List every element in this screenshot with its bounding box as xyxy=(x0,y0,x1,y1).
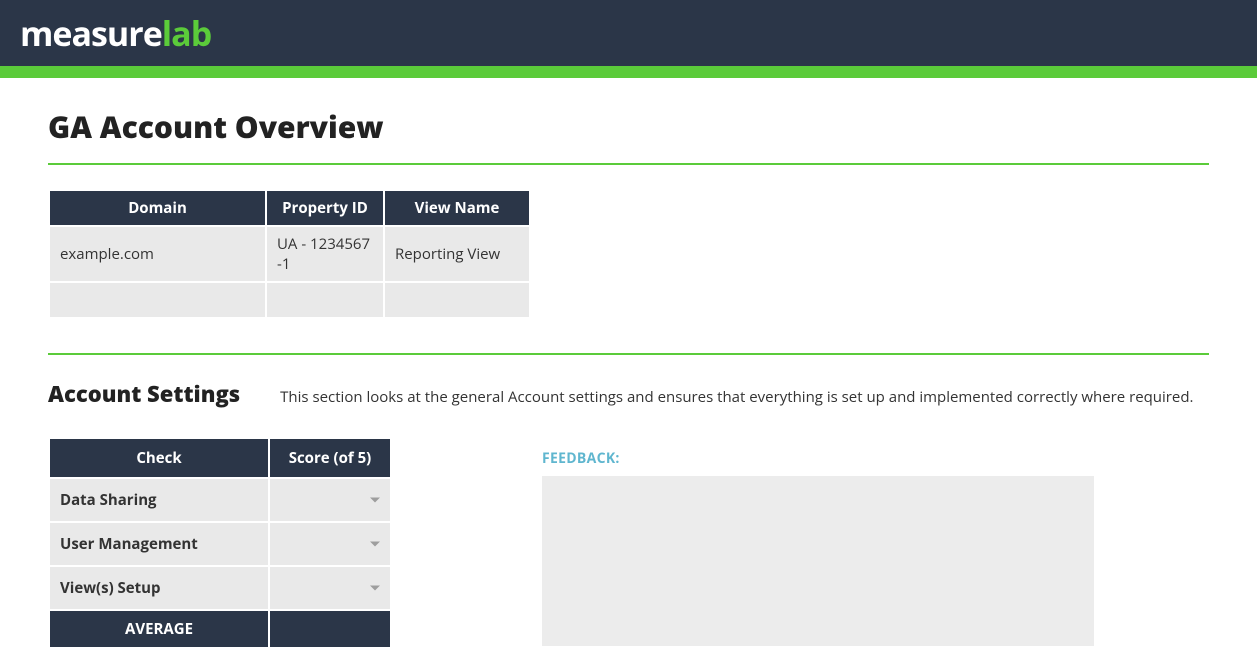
score-dropdown[interactable] xyxy=(270,523,390,565)
check-name: Data Sharing xyxy=(50,479,268,521)
overview-header-view-name: View Name xyxy=(385,191,529,225)
table-row: User Management xyxy=(50,523,390,565)
score-dropdown[interactable] xyxy=(270,479,390,521)
chevron-down-icon xyxy=(370,542,380,547)
overview-cell-property-id: UA - 1234567 -1 xyxy=(267,227,383,281)
overview-header-domain: Domain xyxy=(50,191,265,225)
average-row: AVERAGE xyxy=(50,611,390,647)
section-description: This section looks at the general Accoun… xyxy=(280,387,1193,407)
average-value xyxy=(270,611,390,647)
feedback-textarea[interactable] xyxy=(542,476,1094,646)
brand-part1: measure xyxy=(20,10,162,56)
overview-header-property-id: Property ID xyxy=(267,191,383,225)
brand-part2: lab xyxy=(162,10,211,56)
overview-cell-view-name xyxy=(385,283,529,317)
average-label: AVERAGE xyxy=(50,611,268,647)
score-dropdown[interactable] xyxy=(270,567,390,609)
table-row: example.com UA - 1234567 -1 Reporting Vi… xyxy=(50,227,529,281)
check-name: User Management xyxy=(50,523,268,565)
page-title: GA Account Overview xyxy=(48,106,1209,147)
brand-logo: measurelab xyxy=(20,10,211,56)
check-header-score: Score (of 5) xyxy=(270,439,390,477)
chevron-down-icon xyxy=(370,586,380,591)
divider xyxy=(48,353,1209,355)
green-stripe xyxy=(0,66,1257,78)
chevron-down-icon xyxy=(370,498,380,503)
overview-cell-view-name: Reporting View xyxy=(385,227,529,281)
check-name: View(s) Setup xyxy=(50,567,268,609)
section-title-account-settings: Account Settings xyxy=(48,379,240,409)
overview-cell-domain xyxy=(50,283,265,317)
divider xyxy=(48,163,1209,165)
overview-cell-domain: example.com xyxy=(50,227,265,281)
check-header-check: Check xyxy=(50,439,268,477)
table-row xyxy=(50,283,529,317)
header-bar: measurelab xyxy=(0,0,1257,66)
table-row: View(s) Setup xyxy=(50,567,390,609)
overview-cell-property-id xyxy=(267,283,383,317)
table-row: Data Sharing xyxy=(50,479,390,521)
feedback-block: FEEDBACK: xyxy=(542,437,1209,649)
overview-table: Domain Property ID View Name example.com… xyxy=(48,189,531,319)
check-score-table: Check Score (of 5) Data Sharing User Man… xyxy=(48,437,392,649)
feedback-label: FEEDBACK: xyxy=(542,449,1209,468)
